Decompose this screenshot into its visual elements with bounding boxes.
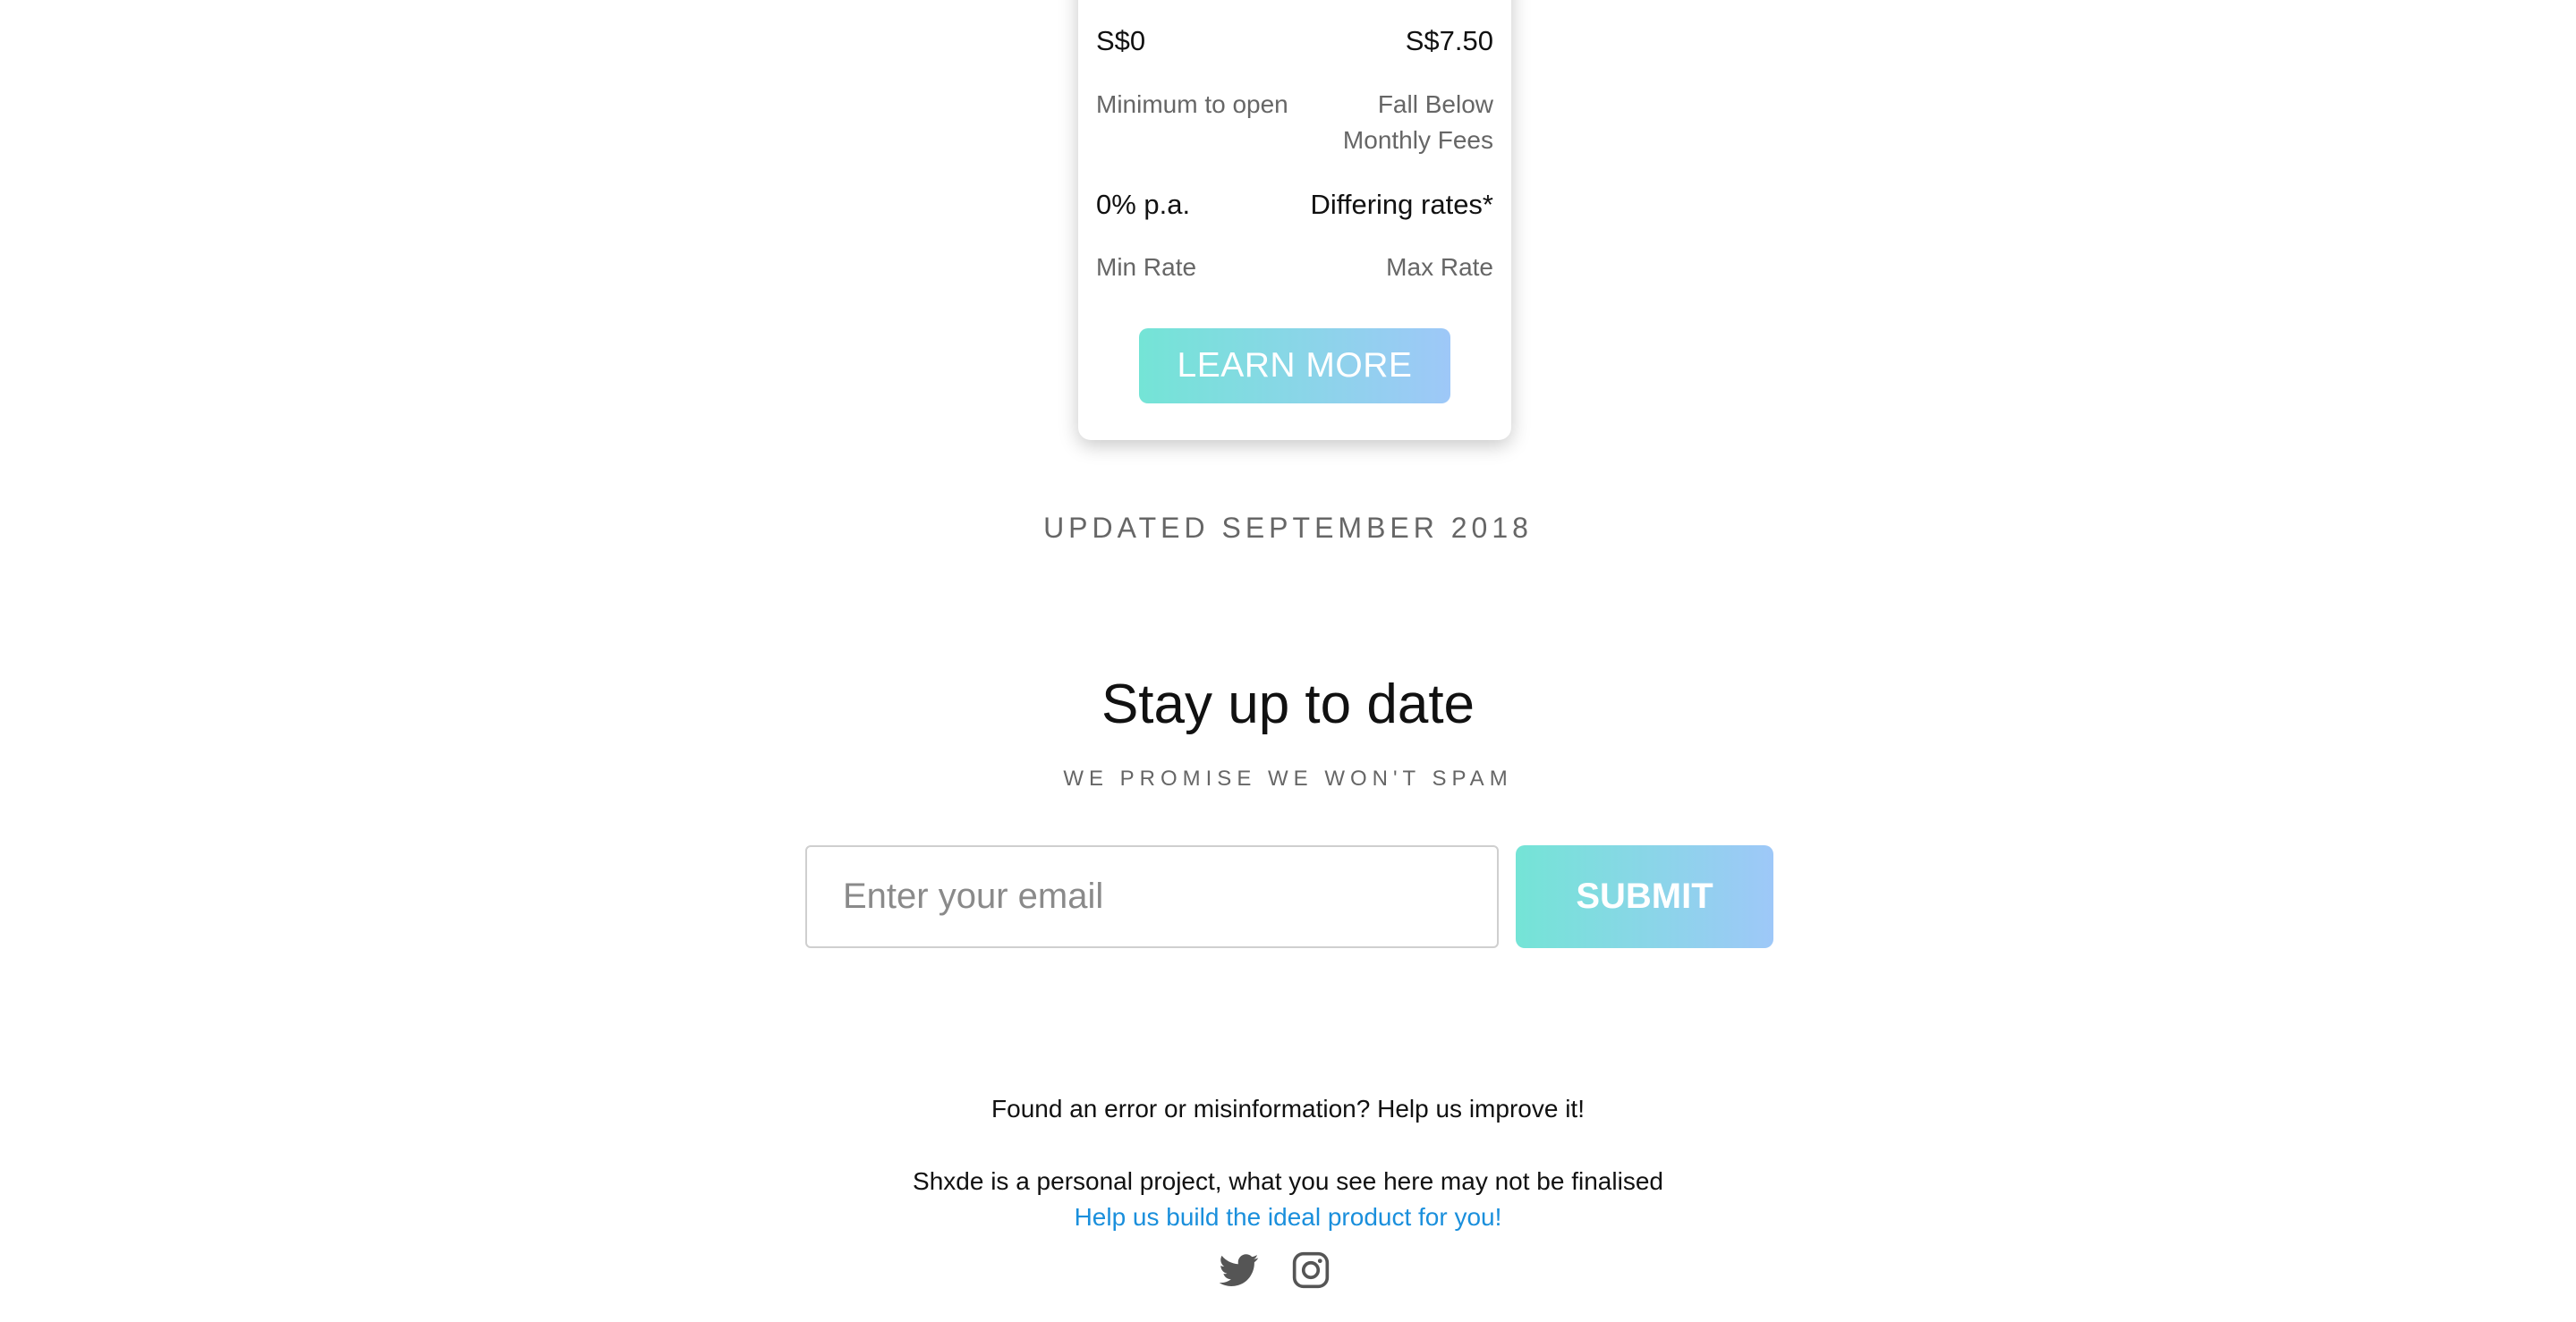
help-build-link[interactable]: Help us build the ideal product for you! (1075, 1203, 1502, 1231)
fall-below-value: S$7.50 (1405, 25, 1493, 56)
updated-date: UPDATED SEPTEMBER 2018 (1043, 512, 1533, 544)
max-rate-label: Max Rate (1386, 253, 1493, 281)
fall-below-label-line1: Fall Below (1377, 90, 1493, 118)
fall-below-label: Fall Below Monthly Fees (1343, 87, 1493, 158)
help-link-row: Help us build the ideal product for you! (0, 1203, 2576, 1232)
submit-button[interactable]: SUBMIT (1516, 845, 1773, 948)
instagram-icon[interactable] (1291, 1250, 1331, 1290)
newsletter-subtitle: WE PROMISE WE WON'T SPAM (1063, 767, 1513, 791)
min-open-value: S$0 (1096, 25, 1146, 56)
max-rate-value: Differing rates* (1310, 189, 1493, 220)
fall-below-label-line2: Monthly Fees (1342, 126, 1493, 154)
error-report-text: Found an error or misinformation? Help u… (991, 1095, 1585, 1123)
page: S$0 S$7.50 Minimum to open Fall Below Mo… (0, 0, 2576, 1322)
twitter-icon[interactable] (1219, 1250, 1259, 1290)
project-disclaimer: Shxde is a personal project, what you se… (913, 1167, 1663, 1195)
min-open-label: Minimum to open (1096, 90, 1288, 118)
account-card: S$0 S$7.50 Minimum to open Fall Below Mo… (1078, 0, 1511, 440)
min-rate-value: 0% p.a. (1096, 189, 1191, 220)
min-rate-label: Min Rate (1096, 253, 1197, 281)
email-input[interactable] (805, 845, 1499, 948)
newsletter-title: Stay up to date (1101, 674, 1475, 735)
learn-more-button[interactable]: LEARN MORE (1139, 328, 1450, 403)
